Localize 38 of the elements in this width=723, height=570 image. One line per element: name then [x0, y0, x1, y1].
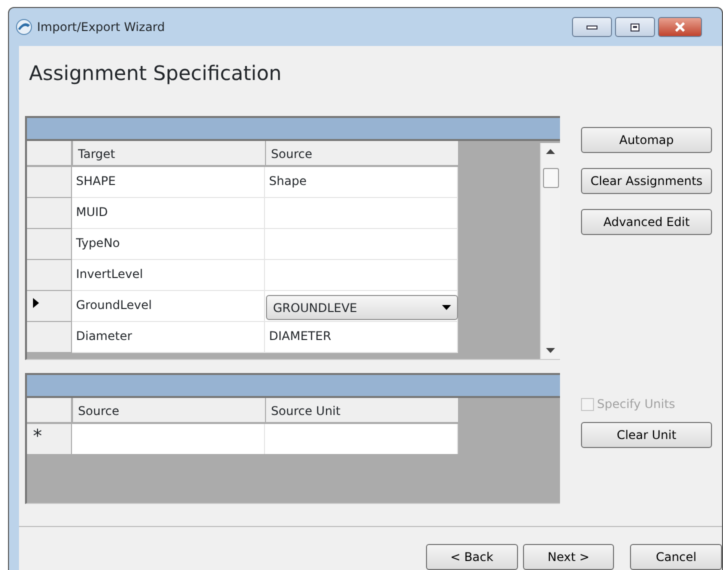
- table-cell: SHAPE: [72, 167, 265, 198]
- column-header: Source: [72, 398, 265, 424]
- side-button[interactable]: Automap: [581, 127, 712, 153]
- table-cell: Shape: [265, 167, 458, 198]
- dropdown-arrow-icon: [442, 305, 451, 310]
- minimize-button[interactable]: [572, 17, 612, 37]
- row-header[interactable]: *: [27, 424, 72, 454]
- column-header: Target: [72, 141, 265, 167]
- close-button[interactable]: [658, 17, 702, 37]
- footer-button[interactable]: Next >: [522, 544, 614, 570]
- scroll-thumb[interactable]: [543, 168, 559, 188]
- footer-button[interactable]: < Back: [426, 544, 518, 570]
- scrollbar[interactable]: [540, 143, 560, 359]
- footer-button[interactable]: Cancel: [630, 544, 722, 570]
- column-header: Source Unit: [265, 398, 458, 424]
- page-heading: Assignment Specification: [29, 60, 283, 87]
- window-title: Import/Export Wizard: [37, 19, 165, 36]
- table-cell: InvertLevel: [72, 260, 265, 291]
- close-icon: [674, 22, 686, 32]
- side-button[interactable]: Advanced Edit: [581, 209, 712, 235]
- app-icon: [15, 19, 33, 35]
- scroll-down-icon: [546, 348, 555, 353]
- clear-unit-button[interactable]: Clear Unit: [581, 422, 712, 448]
- source-dropdown[interactable]: GROUNDLEVE: [266, 295, 458, 320]
- checkbox-label: Specify Units: [597, 396, 676, 413]
- table-cell: TypeNo: [72, 229, 265, 260]
- table-cell: GroundLevel: [72, 291, 265, 322]
- table-cell: Diameter: [72, 322, 265, 353]
- minimize-icon: [586, 24, 598, 30]
- column-header: Source: [265, 141, 458, 167]
- table-cell: MUID: [72, 198, 265, 229]
- current-row-icon: [33, 298, 39, 308]
- side-button[interactable]: Clear Assignments: [581, 168, 712, 194]
- restore-icon: [630, 22, 640, 32]
- table-cell: DIAMETER: [265, 322, 458, 353]
- scroll-up-icon: [546, 149, 555, 154]
- maximize-button[interactable]: [615, 17, 655, 37]
- row-header[interactable]: [27, 291, 72, 322]
